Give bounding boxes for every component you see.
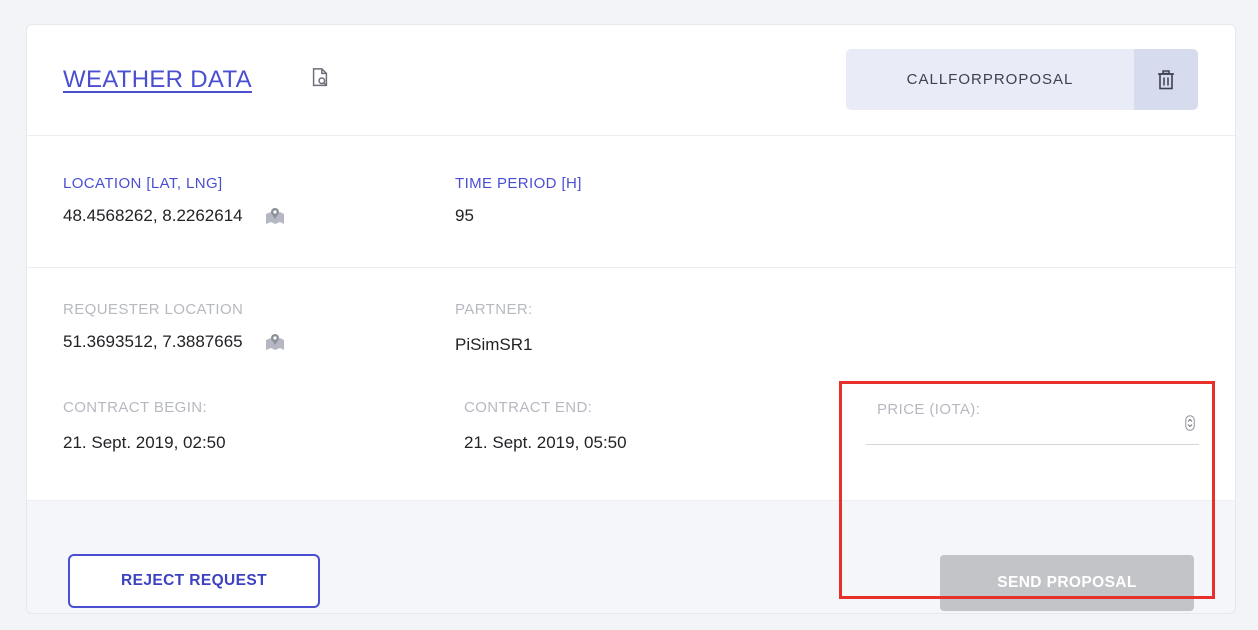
location-field: LOCATION [LAT, LNG] 48.4568262, 8.226261… — [63, 175, 285, 226]
request-card: WEATHER DATA CALLFORPROPOSAL LOCATION [L — [26, 24, 1236, 614]
card-header: WEATHER DATA CALLFORPROPOSAL — [27, 25, 1235, 136]
status-group: CALLFORPROPOSAL — [846, 49, 1198, 110]
card-footer: REJECT REQUEST SEND PROPOSAL — [27, 500, 1235, 613]
map-marker-icon[interactable] — [265, 333, 285, 351]
partner-label: PARTNER: — [455, 301, 533, 318]
time-period-field: TIME PERIOD [H] 95 — [455, 175, 582, 226]
time-period-value: 95 — [455, 206, 474, 225]
document-search-icon[interactable] — [309, 67, 331, 89]
send-proposal-button[interactable]: SEND PROPOSAL — [940, 555, 1194, 611]
contract-begin-value: 21. Sept. 2019, 02:50 — [63, 433, 226, 452]
price-input-wrapper — [866, 404, 1199, 445]
requester-location-field: REQUESTER LOCATION 51.3693512, 7.3887665 — [63, 301, 285, 352]
price-input[interactable] — [866, 404, 1199, 444]
card-title-link[interactable]: WEATHER DATA — [63, 66, 252, 94]
delete-button[interactable] — [1134, 49, 1198, 110]
requester-location-value: 51.3693512, 7.3887665 — [63, 332, 243, 351]
location-label: LOCATION [LAT, LNG] — [63, 175, 223, 192]
contract-begin-field: CONTRACT BEGIN: 21. Sept. 2019, 02:50 — [63, 399, 226, 453]
contract-begin-label: CONTRACT BEGIN: — [63, 399, 208, 416]
reject-request-button[interactable]: REJECT REQUEST — [68, 554, 320, 608]
contract-details-section: REQUESTER LOCATION 51.3693512, 7.3887665… — [27, 268, 1235, 500]
number-spinner-icon[interactable] — [1185, 415, 1195, 431]
trash-icon — [1158, 69, 1174, 89]
status-badge: CALLFORPROPOSAL — [846, 49, 1134, 110]
request-details-section: LOCATION [LAT, LNG] 48.4568262, 8.226261… — [27, 135, 1235, 268]
time-period-label: TIME PERIOD [H] — [455, 175, 582, 192]
partner-field: PARTNER: PiSimSR1 — [455, 301, 533, 355]
contract-end-value: 21. Sept. 2019, 05:50 — [464, 433, 627, 452]
map-marker-icon[interactable] — [265, 207, 285, 225]
contract-end-field: CONTRACT END: 21. Sept. 2019, 05:50 — [464, 399, 627, 453]
contract-end-label: CONTRACT END: — [464, 399, 593, 416]
location-value: 48.4568262, 8.2262614 — [63, 206, 243, 225]
requester-location-label: REQUESTER LOCATION — [63, 301, 244, 318]
partner-value: PiSimSR1 — [455, 335, 533, 354]
